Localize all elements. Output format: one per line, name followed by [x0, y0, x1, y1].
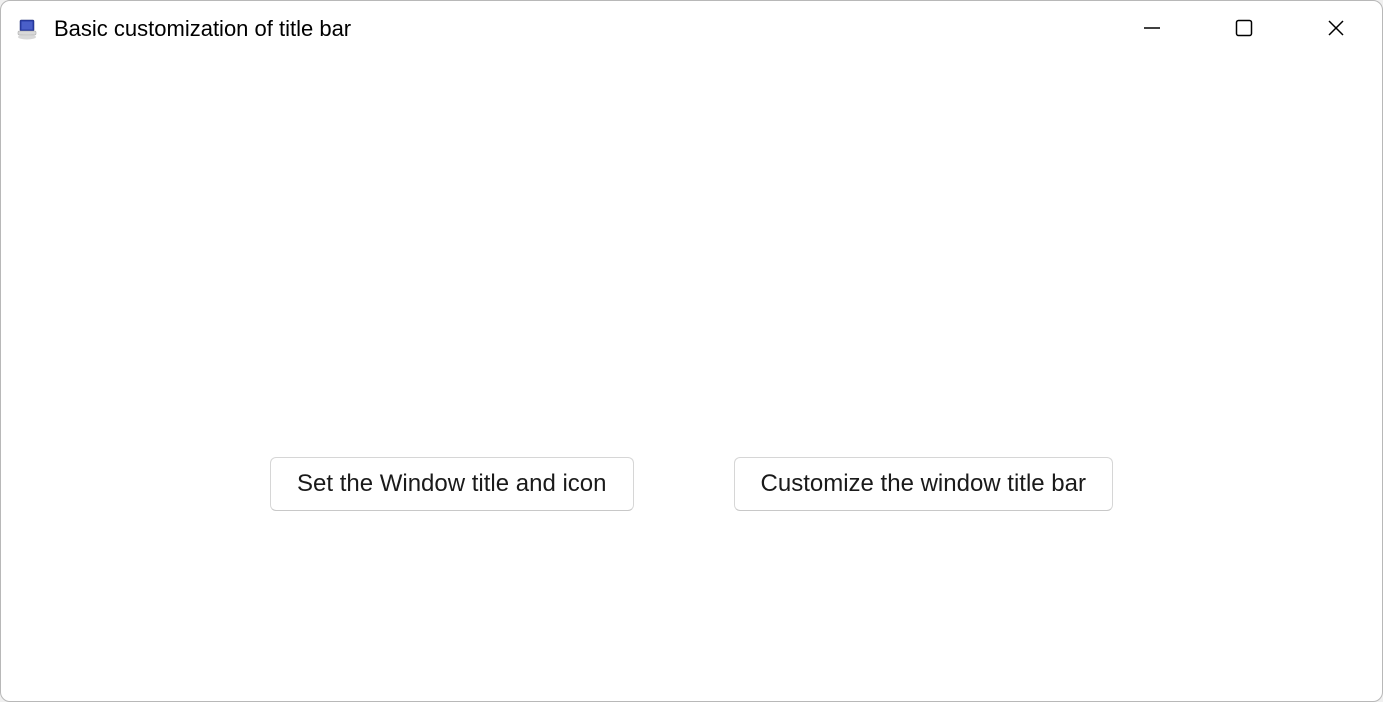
minimize-icon — [1143, 19, 1161, 40]
maximize-icon — [1235, 19, 1253, 40]
close-icon — [1327, 19, 1345, 40]
titlebar-left: Basic customization of title bar — [16, 16, 351, 42]
titlebar-controls — [1106, 1, 1382, 57]
app-icon — [16, 17, 40, 41]
window-title: Basic customization of title bar — [54, 16, 351, 42]
customize-titlebar-button[interactable]: Customize the window title bar — [734, 457, 1113, 511]
maximize-button[interactable] — [1198, 1, 1290, 57]
content-area: Set the Window title and icon Customize … — [1, 57, 1382, 701]
minimize-button[interactable] — [1106, 1, 1198, 57]
titlebar: Basic customization of title bar — [1, 1, 1382, 57]
close-button[interactable] — [1290, 1, 1382, 57]
set-title-icon-button[interactable]: Set the Window title and icon — [270, 457, 634, 511]
app-window: Basic customization of title bar — [0, 0, 1383, 702]
